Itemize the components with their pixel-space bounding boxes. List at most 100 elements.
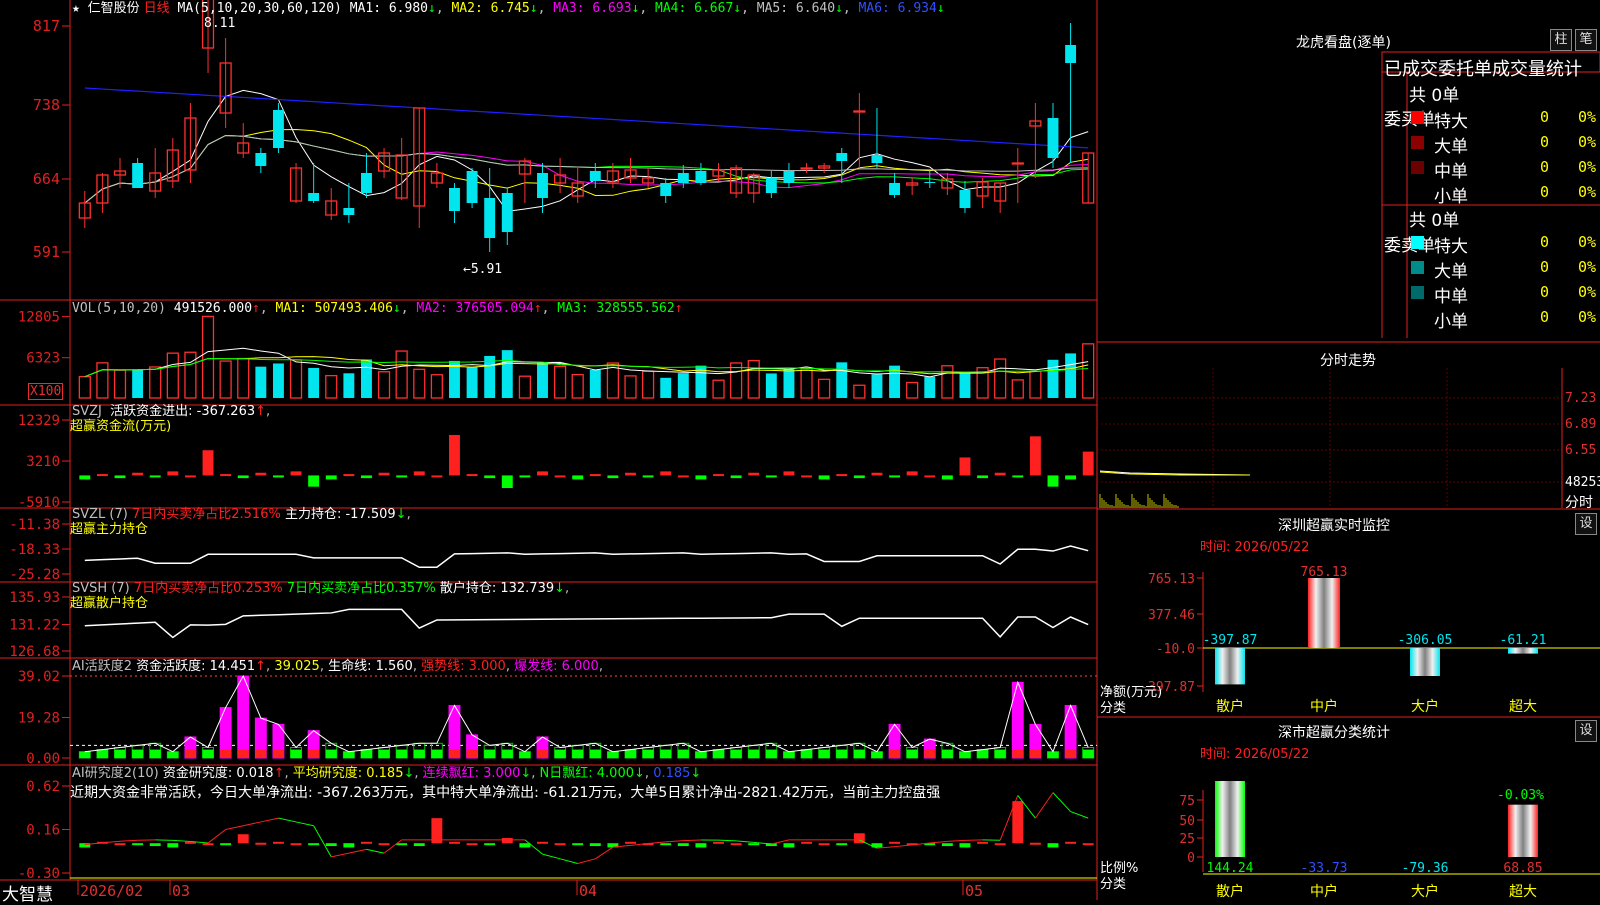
fund-flow-bar — [449, 435, 460, 475]
activity-base-bar — [238, 750, 249, 758]
fund-flow-bar — [203, 450, 214, 475]
kline-ytick-label: 591 — [33, 243, 60, 261]
sz-bar — [1215, 648, 1245, 684]
activity-base-bar — [555, 750, 566, 758]
research-bar — [1065, 842, 1076, 844]
fs-unit: 分时 — [1565, 492, 1593, 512]
ai2-ytick-label: 0.16 — [26, 823, 60, 839]
svsh-name: SVSH (7) — [72, 581, 130, 596]
fund-flow-bar — [660, 471, 671, 475]
fund-flow-bar — [431, 475, 442, 477]
fund-flow-bar — [343, 474, 354, 476]
ai2-blue: 0.185 — [653, 766, 690, 781]
activity-base-bar — [713, 750, 724, 758]
fund-flow-bar — [220, 474, 231, 476]
vol-ma2: MA2: 376505.094 — [416, 301, 533, 316]
activity-base-bar — [836, 750, 847, 758]
activity-base-bar — [748, 750, 759, 758]
ai2-name: AI研究度2(10) — [72, 766, 159, 781]
activity-base-bar — [431, 750, 442, 758]
fund-flow-bar — [995, 473, 1006, 476]
fund-flow-bar — [819, 475, 830, 479]
candle-body — [960, 190, 971, 208]
volume-bar — [132, 369, 143, 398]
order-count: 0 — [1540, 283, 1549, 301]
main-chart-area[interactable]: 817738664591128056323123293210-5910-11.3… — [0, 0, 1600, 900]
activity-base-bar — [854, 750, 865, 758]
star-icon[interactable]: ★ — [72, 1, 88, 16]
research-bar — [977, 842, 988, 844]
ai1-life: 生命线: 1.560 — [328, 659, 413, 674]
volume-bar — [1065, 353, 1076, 398]
ma6-legend: MA6: 6.934 — [859, 1, 937, 16]
vol-name: VOL(5,10,20) — [72, 301, 166, 316]
research-bar — [361, 842, 372, 844]
sc-ytick-label: 50 — [1179, 814, 1195, 829]
xaxis-label: 2026/02 — [80, 882, 143, 900]
order-percent: 0% — [1578, 108, 1596, 126]
sz-category-label: 大户 — [1411, 698, 1439, 715]
fund-flow-bar — [414, 471, 425, 475]
fund-flow-bar — [1065, 475, 1076, 479]
fund-flow-bar — [801, 475, 812, 477]
ai2-red: 连续飘红: 3.000 — [423, 766, 521, 781]
order-count: 0 — [1540, 158, 1549, 176]
high-price-label: 8.11 — [204, 16, 235, 31]
candle-body — [660, 183, 671, 196]
sz-ytick-label: 377.46 — [1148, 608, 1195, 623]
research-bar — [203, 843, 214, 845]
fund-flow-bar — [713, 474, 724, 476]
sell-total: 共 0单 — [1409, 206, 1459, 231]
sc-bar-value: 144.24 — [1207, 861, 1254, 876]
fund-flow-bar — [643, 475, 654, 477]
research-bar — [519, 843, 530, 847]
volume-bar — [255, 367, 266, 398]
sz-settings-button[interactable]: 设 — [1575, 513, 1597, 535]
candle-body — [132, 163, 143, 188]
candle-body — [273, 110, 284, 148]
volume-bar — [484, 356, 495, 398]
research-bar — [273, 842, 284, 844]
candle-body — [695, 171, 706, 183]
volume-bar — [871, 374, 882, 398]
research-bar — [449, 842, 460, 844]
fund-flow-bar — [942, 475, 953, 479]
period-label[interactable]: 日线 — [144, 1, 170, 16]
research-bar — [1083, 843, 1094, 845]
fund-flow-bar — [361, 475, 372, 478]
sz-ytick-label: 765.13 — [1148, 572, 1195, 587]
fund-flow-bar — [748, 473, 759, 476]
sc-settings-button[interactable]: 设 — [1575, 720, 1597, 742]
svzl-ytick-label: -25.28 — [9, 567, 60, 583]
activity-base-bar — [484, 750, 495, 758]
sc-bar-value: -79.36 — [1402, 861, 1449, 876]
activity-base-bar — [167, 752, 178, 758]
bar-mode-button[interactable]: 柱 — [1550, 29, 1572, 51]
activity-base-bar — [255, 750, 266, 758]
activity-base-bar — [1030, 750, 1041, 758]
fund-flow-bar — [924, 475, 935, 477]
fund-flow-bar — [678, 475, 689, 477]
svzl-legend: SVZL (7) 7日内买卖净占比2.516% 主力持仓: -17.509↓, — [72, 507, 411, 522]
fund-flow-bar — [783, 471, 794, 475]
research-bar — [396, 843, 407, 845]
fs-ytick-label: 6.55 — [1565, 443, 1596, 458]
research-bar — [748, 843, 759, 845]
research-bar — [1012, 801, 1023, 843]
fund-flow-bar — [695, 475, 706, 479]
fund-flow-bar — [396, 475, 407, 477]
research-bar — [801, 842, 812, 844]
order-size-label: 特大 — [1434, 107, 1468, 132]
fund-flow-bar — [1083, 452, 1094, 476]
xaxis-label: 05 — [965, 882, 983, 900]
svzl-value: 主力持仓: -17.509 — [285, 507, 396, 522]
fund-flow-bar — [1030, 436, 1041, 475]
activity-base-bar — [1083, 750, 1094, 758]
activity-base-bar — [132, 750, 143, 758]
activity-base-bar — [308, 750, 319, 758]
svzl-title: 超赢主力持仓 — [70, 522, 148, 537]
volume-bar — [502, 350, 513, 398]
fund-flow-bar — [766, 475, 777, 477]
tick-mode-button[interactable]: 笔 — [1575, 29, 1597, 51]
fund-flow-bar — [273, 475, 284, 477]
